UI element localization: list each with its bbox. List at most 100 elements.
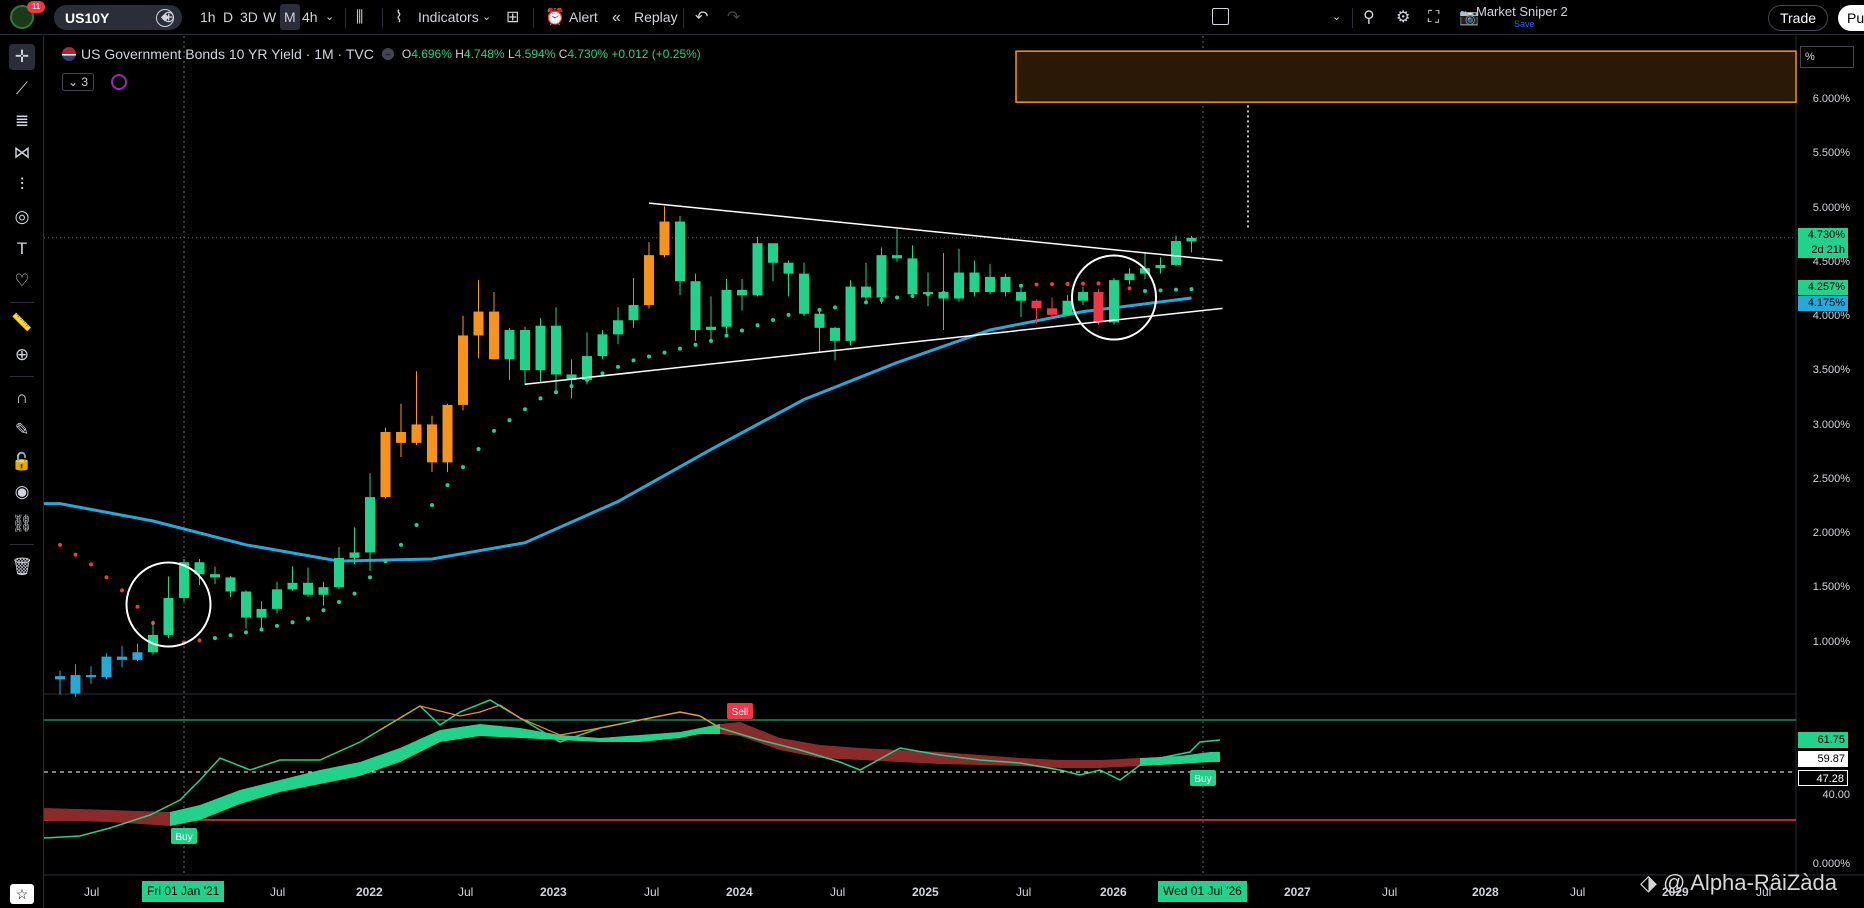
sar-dot xyxy=(538,396,543,401)
candle-body xyxy=(768,243,778,263)
sar-dot xyxy=(399,542,403,547)
candle-body xyxy=(1109,280,1119,323)
sar-dot xyxy=(306,616,310,621)
sar-dot xyxy=(290,620,295,625)
sar-dot xyxy=(647,354,651,359)
candle-body xyxy=(210,574,220,578)
candle-body xyxy=(535,325,546,371)
candle-body xyxy=(613,320,623,335)
candle-body xyxy=(1047,308,1057,315)
candle-body xyxy=(380,432,391,498)
osc-label-2: 59.87 xyxy=(1798,751,1848,767)
time-axis-label: Jul xyxy=(1570,885,1586,899)
candle-body xyxy=(923,292,933,295)
candle-body xyxy=(845,286,856,341)
sar-dot xyxy=(817,307,822,312)
sar-dot xyxy=(1050,282,1054,287)
market-status-icon: – xyxy=(381,48,394,60)
osc-label-1: 61.75 xyxy=(1798,732,1848,748)
sar-dot xyxy=(786,312,791,317)
sar-dot xyxy=(662,350,667,355)
sar-dot xyxy=(228,633,233,638)
candle-body xyxy=(70,675,81,694)
candle-body xyxy=(690,281,701,331)
candle-body xyxy=(365,497,375,553)
osc-ribbon-bearish-1 xyxy=(44,808,170,826)
sar-dot xyxy=(724,333,729,338)
indicator-count: 3 xyxy=(81,75,89,89)
time-axis-label: Jul xyxy=(84,885,100,899)
candle-body xyxy=(256,608,267,618)
sar-dot xyxy=(755,323,760,328)
candle-body xyxy=(582,356,592,380)
sar-dot xyxy=(1158,288,1163,293)
candle-body xyxy=(225,577,236,592)
candle-body xyxy=(241,591,251,618)
candle-body xyxy=(117,656,127,660)
countdown-label: 2d 21h xyxy=(1798,243,1848,258)
percent-scale-button[interactable]: % xyxy=(1800,46,1854,68)
candle-body xyxy=(876,255,887,298)
last-price-label: 4.730% xyxy=(1798,228,1848,243)
candle-body xyxy=(954,272,964,299)
candle-body xyxy=(969,272,980,293)
sar-dot xyxy=(1174,287,1178,292)
sar-dot xyxy=(693,342,698,347)
sar-dot xyxy=(616,364,620,369)
candle-body xyxy=(334,557,344,588)
candle-body xyxy=(1171,241,1181,265)
candle-body xyxy=(1000,276,1011,293)
candle-body xyxy=(349,552,360,558)
price-tick-label: 5.500% xyxy=(1812,147,1850,160)
time-axis-label: Jul xyxy=(458,885,474,899)
time-axis-label: Fri 01 Jan '21 xyxy=(142,881,225,902)
price-tick-label: 3.500% xyxy=(1812,364,1850,377)
candle-body xyxy=(597,334,608,357)
indicators-toggle[interactable]: ⌄ 3 xyxy=(62,73,94,91)
candle-body xyxy=(644,255,654,306)
time-axis-label: Jul xyxy=(270,885,286,899)
us-flag-icon xyxy=(62,47,76,61)
candle-body xyxy=(938,292,949,299)
candle-body xyxy=(287,582,298,590)
low-value: 4.594% xyxy=(514,47,556,61)
sar-dot xyxy=(104,575,109,580)
time-axis-label: 2028 xyxy=(1472,885,1499,899)
candle-body xyxy=(427,424,437,463)
price-tick-label: 6.000% xyxy=(1812,93,1850,105)
sar-price-label: 4.257% xyxy=(1798,280,1848,295)
time-axis-label: Jul xyxy=(1016,885,1032,899)
candle-body xyxy=(520,330,530,371)
sar-dot xyxy=(352,591,357,596)
candle-body xyxy=(489,311,499,360)
watermark-text: @ Alpha-RâiZàda xyxy=(1663,870,1838,895)
candle-body xyxy=(783,262,794,274)
sar-dot xyxy=(1189,287,1194,292)
open-key: O xyxy=(401,47,412,61)
sar-dot xyxy=(244,630,248,635)
osc-label-3: 47.28 xyxy=(1798,770,1848,786)
sar-dot xyxy=(430,503,434,508)
candle-body xyxy=(985,276,995,293)
sell-signal-label: Sell xyxy=(732,707,749,718)
candle-body xyxy=(1016,292,1026,301)
sar-dot xyxy=(833,305,837,310)
sar-dot xyxy=(1065,281,1070,286)
candle-body xyxy=(318,587,329,595)
time-axis-label: 2024 xyxy=(726,885,753,899)
candle-body xyxy=(1078,292,1088,301)
price-chart[interactable]: Sell Buy Buy xyxy=(0,0,1864,908)
price-tick-label: 2.500% xyxy=(1812,472,1850,485)
symbol-title[interactable]: US Government Bonds 10 YR Yield · 1M · T… xyxy=(81,46,374,62)
sar-dot xyxy=(213,636,217,641)
candle-body xyxy=(1155,264,1166,269)
candle-body xyxy=(752,243,763,296)
change-value: +0.012 (+0.25%) xyxy=(611,47,701,61)
buy-signal-label-1: Buy xyxy=(175,832,192,843)
osc-tick-40: 40.00 xyxy=(1822,789,1850,801)
candle-body xyxy=(737,289,747,296)
buy-signal-label-2: Buy xyxy=(1194,774,1211,785)
time-axis-label: 2027 xyxy=(1284,885,1311,899)
time-axis-label: Jul xyxy=(644,885,660,899)
watermark-logo-icon: ⬗ xyxy=(1640,870,1664,895)
